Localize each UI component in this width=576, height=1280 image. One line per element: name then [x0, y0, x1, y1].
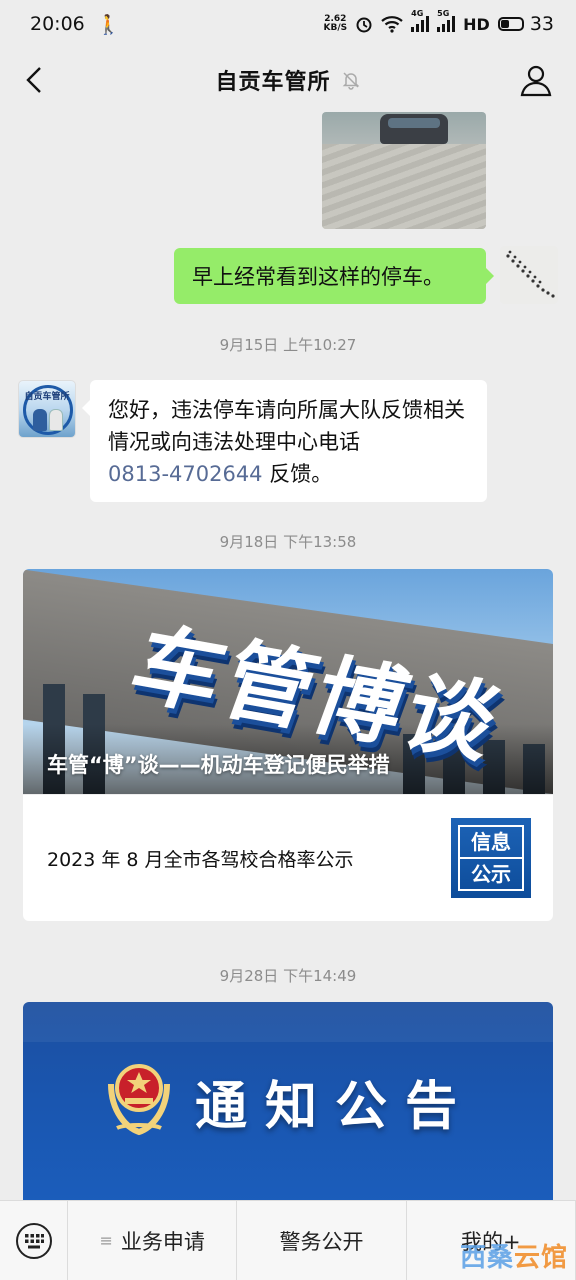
article-sub-title: 2023 年 8 月全市各驾校合格率公示: [47, 848, 354, 871]
signal-4g-label: 4G: [411, 9, 424, 18]
watermark-part2: 云馆: [513, 1243, 568, 1273]
battery-icon: [497, 17, 524, 31]
phone-link[interactable]: 0813-4702644: [108, 462, 263, 486]
article-cover[interactable]: 车管博谈 车管“博”谈——机动车登记便民举措: [23, 569, 553, 794]
incoming-message[interactable]: 您好，违法停车请向所属大队反馈相关情况或向违法处理中心电话 0813-47026…: [82, 380, 487, 502]
chevron-left-icon: [26, 67, 41, 93]
hd-icon: HD: [463, 14, 490, 34]
image-road: [322, 144, 486, 229]
keyboard-toggle-button[interactable]: [0, 1200, 68, 1280]
keyboard-icon: [15, 1222, 52, 1259]
timestamp: 9月15日 上午10:27: [219, 336, 357, 354]
avatar-figure: [49, 409, 63, 431]
menu-list-icon: ≡: [99, 1231, 113, 1250]
chat-title: 自贡车管所: [215, 70, 331, 95]
avatar-image: [500, 246, 558, 304]
network-speed-unit: KB/S: [323, 23, 348, 33]
back-button[interactable]: [14, 60, 54, 100]
menu-police-affairs[interactable]: 警务公开: [237, 1200, 407, 1280]
incoming-message-text: 您好，违法停车请向所属大队反馈相关情况或向违法处理中心电话: [108, 398, 465, 454]
avatar-label: 自贡车管所: [24, 392, 70, 402]
signal-5g-label: 5G: [437, 9, 450, 18]
article-sub-item[interactable]: 2023 年 8 月全市各驾校合格率公示 信息 公示: [23, 794, 553, 921]
battery-level: 33: [529, 13, 554, 35]
menu-business-apply[interactable]: ≡ 业务申请: [68, 1200, 238, 1280]
thumbnail-line: 信息: [458, 825, 524, 859]
image-message[interactable]: [322, 112, 486, 229]
watermark: 西桑云馆: [460, 1237, 568, 1274]
watermark-part1: 西桑: [459, 1243, 514, 1273]
alarm-icon: [356, 17, 372, 33]
network-speed: 2.62 KB/S: [324, 15, 348, 33]
notice-stripe: [23, 1002, 553, 1042]
avatar-figure: [33, 409, 47, 431]
timestamp: 9月18日 下午13:58: [219, 533, 357, 551]
nav-bar: 自贡车管所: [0, 48, 576, 112]
avatar[interactable]: [500, 246, 558, 304]
status-bar: 20:06 🚶 2.62 KB/S 4G 5G HD 33: [0, 0, 576, 48]
thumbnail-line: 公示: [458, 859, 524, 891]
bottom-menu-bar: ≡ 业务申请 警务公开 我的+ 西桑云馆: [0, 1200, 576, 1280]
notice-card[interactable]: 通知公告: [23, 1002, 553, 1202]
incoming-message-suffix: 反馈。: [262, 462, 333, 486]
wifi-icon: [381, 16, 403, 33]
mute-bell-icon: [342, 72, 359, 90]
outgoing-message[interactable]: 早上经常看到这样的停车。: [174, 248, 494, 304]
status-icons: 2.62 KB/S 4G 5G HD 33: [324, 9, 554, 35]
image-car: [380, 114, 448, 144]
signal-5g-icon: 5G: [437, 9, 456, 32]
article-title: 车管“博”谈——机动车登记便民举措: [47, 753, 390, 777]
menu-business-apply-label: 业务申请: [120, 1229, 205, 1254]
menu-police-affairs-label: 警务公开: [279, 1229, 364, 1254]
outgoing-message-text: 早上经常看到这样的停车。: [192, 265, 444, 289]
walking-icon: 🚶: [96, 13, 121, 36]
article-card[interactable]: 车管博谈 车管“博”谈——机动车登记便民举措 2023 年 8 月全市各驾校合格…: [23, 569, 553, 921]
notice-headline: 通知公告: [195, 1077, 476, 1137]
signal-4g-icon: 4G: [411, 9, 430, 32]
battery-indicator: 33: [497, 13, 554, 35]
status-time: 20:06: [30, 13, 85, 35]
timestamp: 9月28日 下午14:49: [219, 967, 357, 985]
police-emblem-icon: [108, 1064, 170, 1136]
sender-avatar[interactable]: 自贡车管所: [18, 380, 76, 438]
article-thumbnail: 信息 公示: [451, 818, 531, 898]
profile-icon[interactable]: [518, 62, 554, 98]
